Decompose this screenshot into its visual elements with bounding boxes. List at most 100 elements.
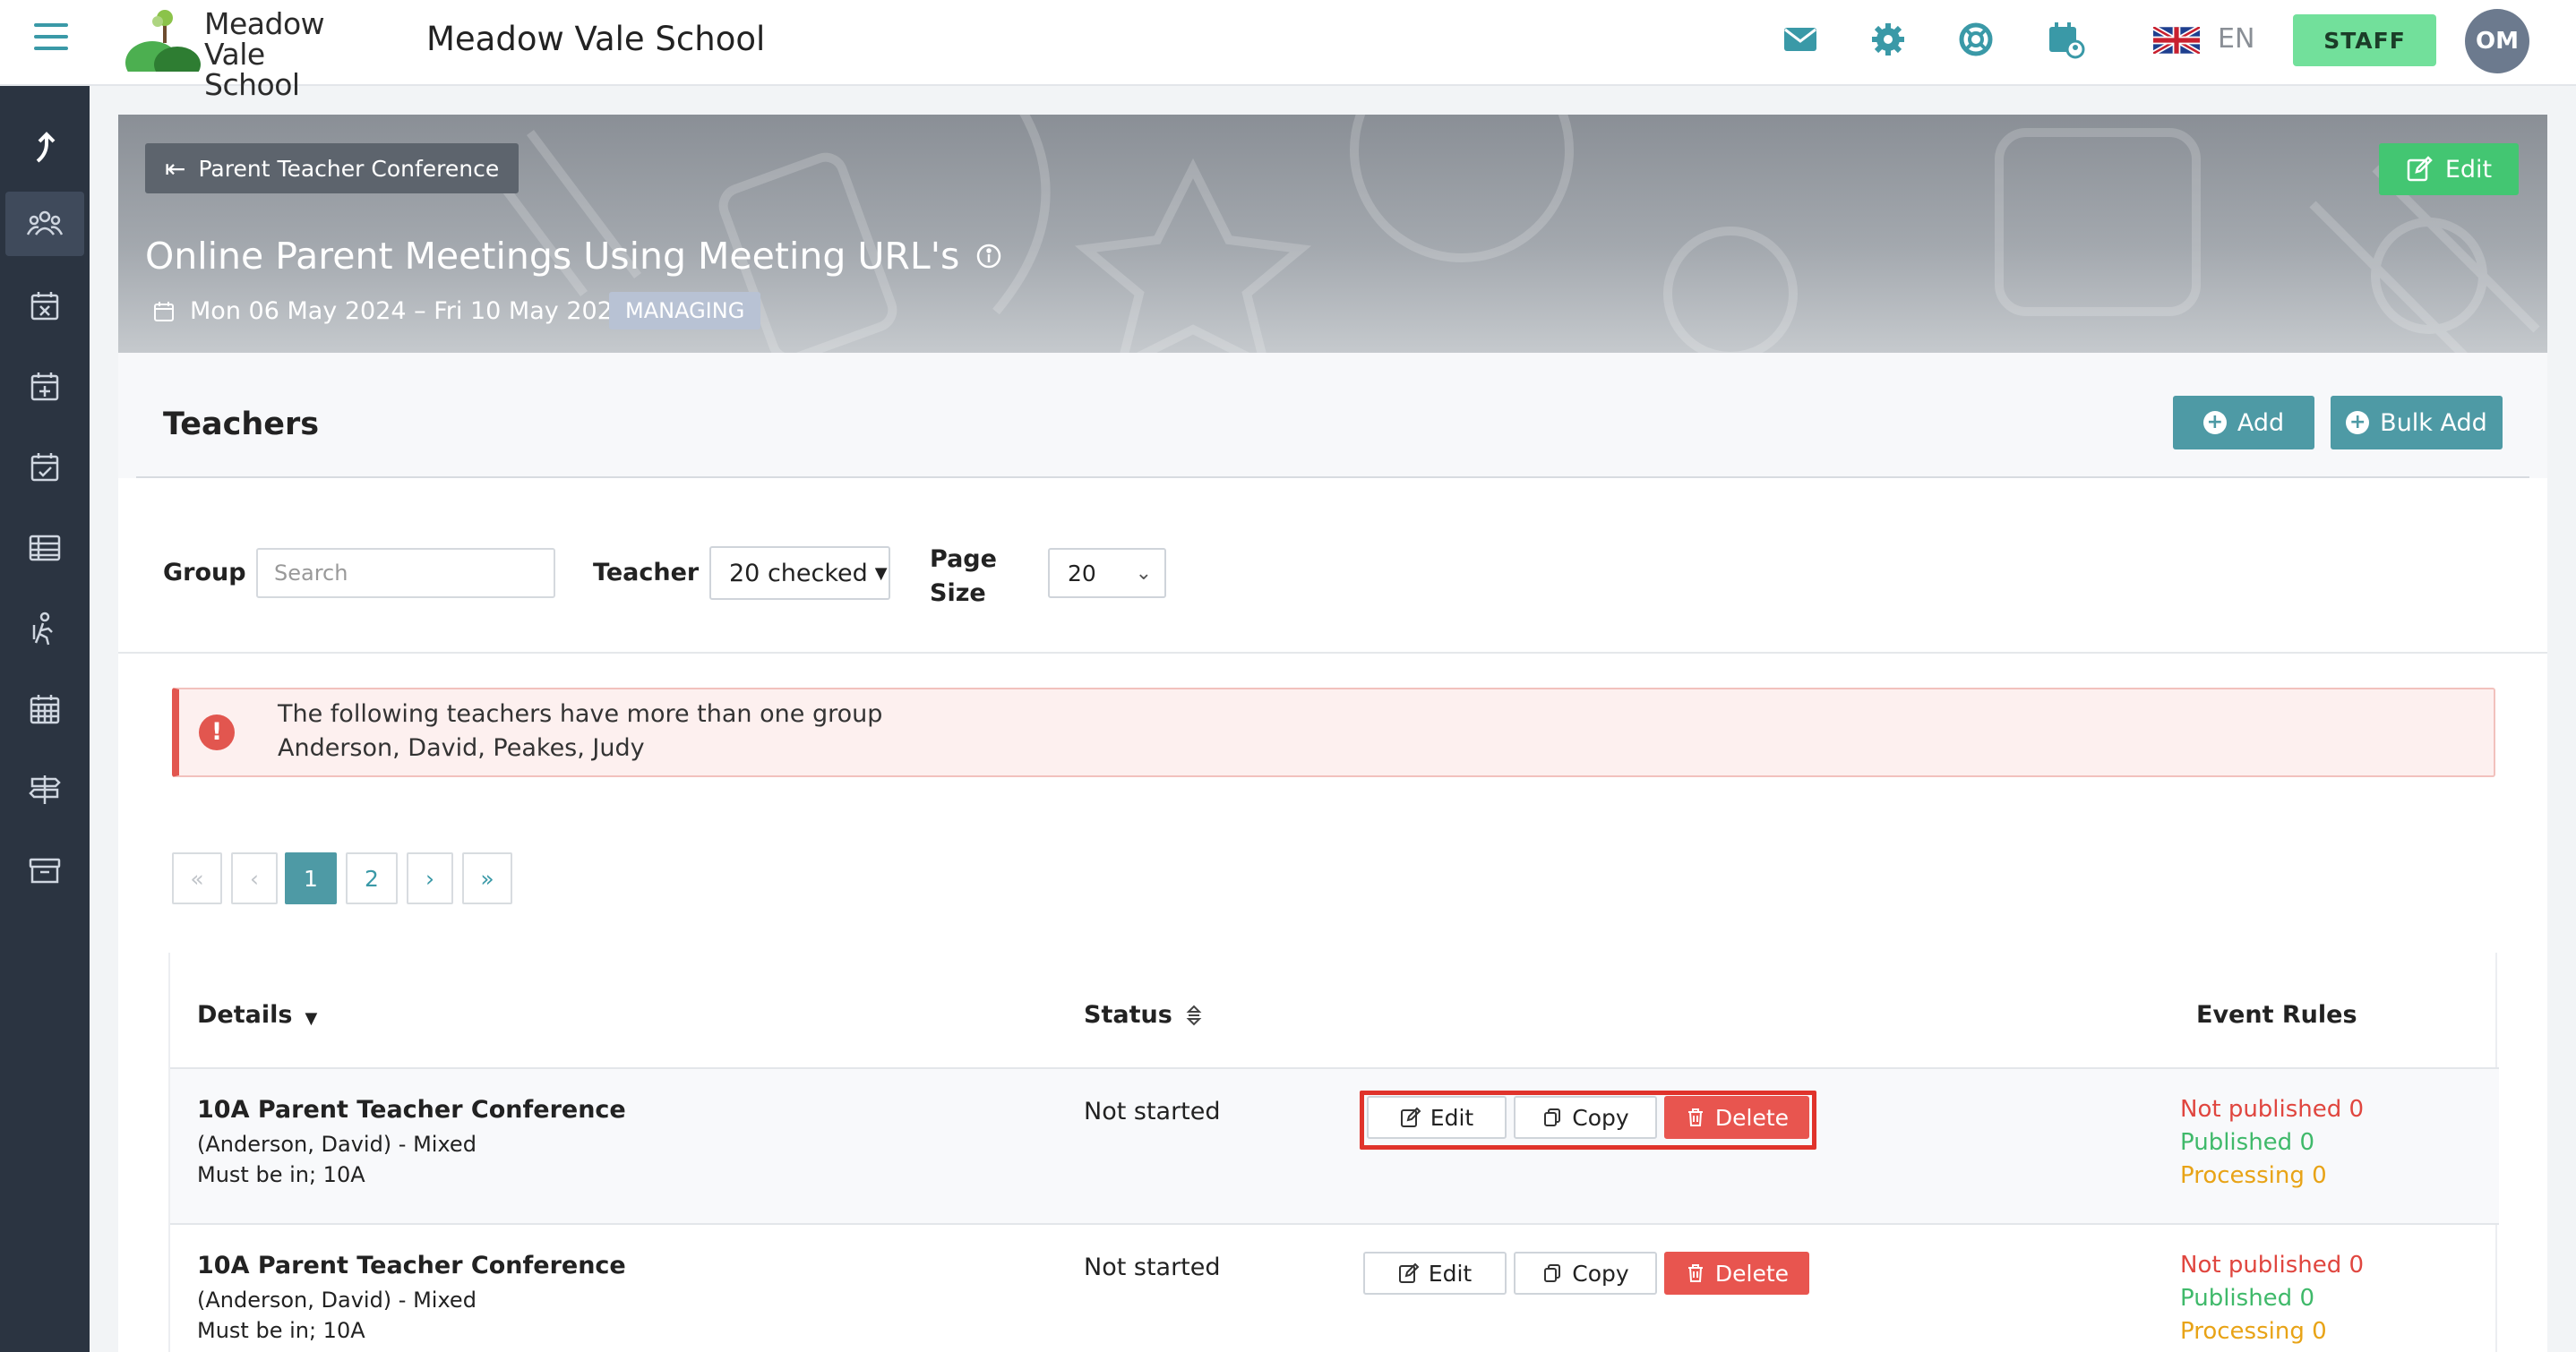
section-title: Teachers bbox=[163, 406, 320, 442]
calendar-check-icon[interactable] bbox=[5, 435, 84, 500]
rule-published: Published 0 bbox=[2180, 1129, 2314, 1156]
teacher-multiselect-value: 20 checked bbox=[729, 559, 868, 587]
bulk-add-button[interactable]: + Bulk Add bbox=[2331, 396, 2503, 449]
page-size-select[interactable]: 20 ⌄ bbox=[1048, 548, 1166, 598]
back-button-label: Parent Teacher Conference bbox=[198, 155, 500, 182]
event-dates: Mon 06 May 2024 – Fri 10 May 2024 bbox=[190, 297, 629, 325]
edit-event-button[interactable]: Edit bbox=[2379, 143, 2519, 195]
add-button[interactable]: + Add bbox=[2173, 396, 2314, 449]
pagination-prev[interactable]: ‹ bbox=[231, 852, 278, 904]
teacher-filter-label: Teacher bbox=[593, 559, 700, 586]
row-title: 10A Parent Teacher Conference bbox=[197, 1252, 626, 1279]
bulk-add-button-label: Bulk Add bbox=[2380, 408, 2487, 437]
plus-circle-icon: + bbox=[2346, 411, 2370, 434]
staff-role-button[interactable]: STAFF bbox=[2293, 14, 2436, 66]
edit-event-label: Edit bbox=[2444, 155, 2493, 184]
column-header-details[interactable]: Details ▼ bbox=[197, 1001, 317, 1029]
avatar[interactable]: OM bbox=[2465, 9, 2529, 73]
section-header: Teachers + Add + Bulk Add bbox=[118, 353, 2547, 478]
pagination-last[interactable]: » bbox=[462, 852, 512, 904]
page-size-label-line2: Size bbox=[930, 579, 986, 607]
table-icon[interactable] bbox=[5, 516, 84, 580]
hamburger-menu-icon[interactable] bbox=[34, 23, 68, 52]
row-must-be-in: Must be in; 10A bbox=[197, 1162, 365, 1187]
pagination-next[interactable]: › bbox=[407, 852, 453, 904]
pagination-page-1[interactable]: 1 bbox=[285, 852, 337, 904]
row-status: Not started bbox=[1084, 1098, 1221, 1125]
page-size-value: 20 bbox=[1068, 560, 1096, 586]
table-row: 10A Parent Teacher Conference (Anderson,… bbox=[170, 1069, 2499, 1225]
alert-message: The following teachers have more than on… bbox=[278, 700, 883, 728]
page-size-label-line1: Page bbox=[930, 545, 997, 573]
row-teachers: (Anderson, David) - Mixed bbox=[197, 1132, 477, 1157]
rule-processing: Processing 0 bbox=[2180, 1318, 2327, 1345]
calendar-user-icon[interactable] bbox=[2046, 20, 2085, 59]
users-icon[interactable] bbox=[5, 192, 84, 256]
rule-processing: Processing 0 bbox=[2180, 1162, 2327, 1189]
group-search-input[interactable] bbox=[256, 548, 555, 598]
teachers-panel: Teachers + Add + Bulk Add Group Teacher … bbox=[118, 353, 2547, 1352]
envelope-icon[interactable] bbox=[1781, 20, 1820, 59]
sidebar bbox=[0, 86, 90, 1352]
back-to-parent-button[interactable]: ⇤ Parent Teacher Conference bbox=[145, 143, 519, 193]
school-name: Meadow Vale School bbox=[426, 20, 766, 58]
delete-button-label: Delete bbox=[1714, 1260, 1790, 1287]
chevron-down-icon: ⌄ bbox=[1135, 562, 1152, 585]
language-selector[interactable]: EN bbox=[2218, 23, 2254, 55]
rule-not-published: Not published 0 bbox=[2180, 1096, 2365, 1123]
top-header: Meadow Vale School Meadow Vale School EN… bbox=[0, 0, 2576, 100]
copy-button-label: Copy bbox=[1572, 1260, 1629, 1287]
status-header-label: Status bbox=[1084, 1001, 1172, 1029]
row-teachers: (Anderson, David) - Mixed bbox=[197, 1288, 477, 1313]
rule-published: Published 0 bbox=[2180, 1285, 2314, 1312]
divider bbox=[136, 476, 2529, 478]
plus-circle-icon: + bbox=[2202, 411, 2227, 434]
column-header-status[interactable]: Status bbox=[1084, 1001, 1203, 1029]
page-title: Online Parent Meetings Using Meeting URL… bbox=[145, 235, 960, 278]
exclamation-circle-icon: ! bbox=[199, 715, 235, 750]
pagination-page-2[interactable]: 2 bbox=[346, 852, 398, 904]
signpost-icon[interactable] bbox=[5, 757, 84, 822]
warning-alert: ! The following teachers have more than … bbox=[172, 688, 2495, 777]
teachers-table: Details ▼ Status Event Rules 10A Parent … bbox=[168, 953, 2499, 1352]
caret-down-icon: ▼ bbox=[874, 563, 888, 583]
copy-button[interactable]: Copy bbox=[1514, 1252, 1657, 1295]
table-row: 10A Parent Teacher Conference (Anderson,… bbox=[170, 1225, 2499, 1352]
add-button-label: Add bbox=[2237, 408, 2285, 437]
teacher-multiselect[interactable]: 20 checked ▼ bbox=[709, 546, 890, 600]
calendar-grid-icon[interactable] bbox=[5, 677, 84, 741]
pagination-first[interactable]: « bbox=[172, 852, 222, 904]
rule-not-published: Not published 0 bbox=[2180, 1252, 2365, 1279]
delete-button[interactable]: Delete bbox=[1664, 1252, 1809, 1295]
pencil-square-icon bbox=[1398, 1262, 1420, 1283]
row-title: 10A Parent Teacher Conference bbox=[197, 1096, 626, 1124]
school-logo[interactable]: Meadow Vale School bbox=[125, 6, 358, 100]
calendar-x-icon[interactable] bbox=[5, 274, 84, 338]
trash-icon bbox=[1687, 1264, 1703, 1282]
logo-hills-icon bbox=[125, 10, 201, 84]
sort-desc-icon: ▼ bbox=[305, 1009, 318, 1028]
lifebuoy-icon[interactable] bbox=[1956, 20, 1996, 59]
group-filter-label: Group bbox=[163, 559, 246, 586]
arrow-up-icon[interactable] bbox=[5, 115, 84, 179]
gear-icon[interactable] bbox=[1868, 20, 1908, 59]
edit-button[interactable]: Edit bbox=[1363, 1252, 1507, 1295]
status-badge: MANAGING bbox=[609, 292, 761, 329]
edit-button-label: Edit bbox=[1428, 1260, 1473, 1287]
divider bbox=[118, 652, 2547, 654]
logo-text-line2: Vale School bbox=[204, 37, 300, 102]
action-highlight-box bbox=[1360, 1091, 1816, 1150]
copy-icon bbox=[1544, 1264, 1561, 1282]
logo-text-line1: Meadow bbox=[204, 6, 325, 41]
person-walking-icon[interactable] bbox=[5, 596, 84, 661]
alert-teachers: Anderson, David, Peakes, Judy bbox=[278, 734, 645, 762]
sort-icon bbox=[1186, 1005, 1202, 1025]
row-must-be-in: Must be in; 10A bbox=[197, 1318, 365, 1343]
calendar-icon bbox=[154, 301, 174, 321]
details-header-label: Details bbox=[197, 1001, 293, 1029]
arrow-left-bar-icon: ⇤ bbox=[165, 153, 186, 184]
calendar-plus-icon[interactable] bbox=[5, 355, 84, 419]
info-icon[interactable] bbox=[975, 243, 1002, 270]
uk-flag-icon[interactable] bbox=[2151, 24, 2202, 56]
archive-icon[interactable] bbox=[5, 838, 84, 903]
